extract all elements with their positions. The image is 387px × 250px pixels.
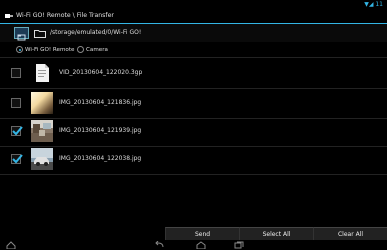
- select-all-button[interactable]: Select All: [239, 227, 313, 240]
- back-icon[interactable]: [155, 241, 165, 249]
- current-path: /storage/emulated/0/Wi-Fi GO!: [50, 29, 142, 36]
- file-name: IMG_20130604_121939.jpg: [59, 127, 142, 134]
- file-checkbox[interactable]: [11, 98, 21, 108]
- recent-apps-icon[interactable]: [234, 241, 244, 249]
- status-icons: ▼◢ 11: [364, 1, 383, 8]
- file-name: VID_20130604_122020.3gp: [59, 69, 143, 76]
- file-row[interactable]: IMG_20130604_122038.jpg: [0, 145, 387, 173]
- radio-camera[interactable]: Camera: [77, 45, 108, 54]
- folder-icon: [34, 30, 46, 38]
- action-buttons: Send Select All Clear All: [165, 227, 387, 240]
- image-thumbnail: [31, 92, 53, 114]
- divider: [0, 57, 387, 58]
- radio-wifi-go-remote[interactable]: Wi-Fi GO! Remote: [16, 45, 74, 54]
- image-thumbnail: [31, 120, 53, 142]
- checkmark-icon: [12, 126, 23, 136]
- file-row[interactable]: VID_20130604_122020.3gp: [0, 59, 387, 87]
- radio-label: Camera: [86, 46, 108, 53]
- source-selector: Wi-Fi GO! Remote Camera: [0, 42, 387, 56]
- image-thumbnail: [31, 148, 53, 170]
- document-icon: [31, 62, 53, 84]
- clear-all-button[interactable]: Clear All: [313, 227, 387, 240]
- status-bar: ▼◢ 11: [0, 0, 387, 9]
- radio-unselected-icon: [77, 46, 84, 53]
- home-button-icon[interactable]: [196, 241, 206, 249]
- navigation-bar: [0, 240, 387, 250]
- checkmark-icon: [12, 154, 23, 164]
- app-icon[interactable]: [5, 12, 13, 20]
- home-icon[interactable]: [6, 241, 16, 249]
- file-checkbox[interactable]: [11, 68, 21, 78]
- file-checkbox-checked[interactable]: [11, 126, 23, 136]
- action-bar: Wi-Fi GO! Remote \ File Transfer: [0, 9, 387, 24]
- divider: [0, 174, 387, 175]
- page-title: Wi-Fi GO! Remote \ File Transfer: [16, 12, 114, 19]
- file-checkbox-checked[interactable]: [11, 154, 23, 164]
- send-button[interactable]: Send: [165, 227, 239, 240]
- file-name: IMG_20130604_122038.jpg: [59, 155, 142, 162]
- path-bar: /storage/emulated/0/Wi-Fi GO!: [0, 24, 387, 42]
- radio-selected-icon: [16, 46, 23, 53]
- radio-label: Wi-Fi GO! Remote: [25, 46, 75, 53]
- file-row[interactable]: IMG_20130604_121836.jpg: [0, 89, 387, 117]
- file-name: IMG_20130604_121836.jpg: [59, 99, 142, 106]
- parent-folder-button[interactable]: [14, 27, 29, 41]
- file-row[interactable]: IMG_20130604_121939.jpg: [0, 117, 387, 145]
